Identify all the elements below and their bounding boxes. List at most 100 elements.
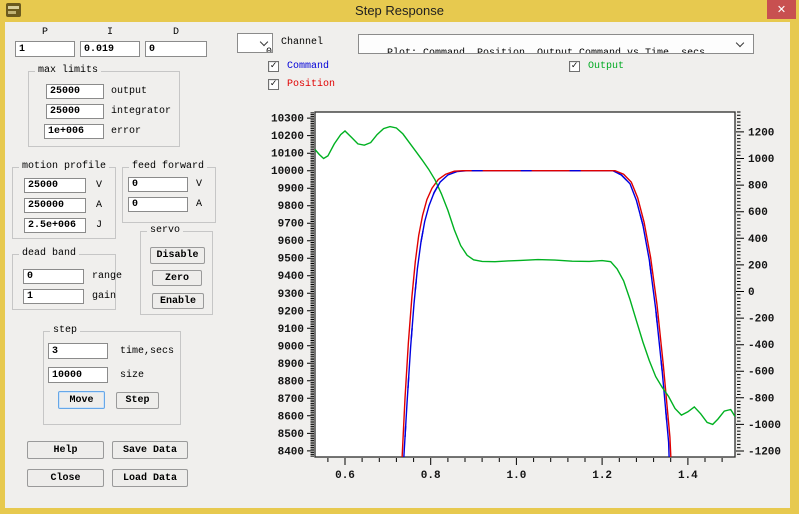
step-title: step [50, 325, 80, 336]
d-input[interactable] [145, 41, 207, 57]
motion-profile-title: motion profile [19, 161, 109, 172]
ff-velocity-input[interactable] [128, 177, 188, 192]
range-input[interactable] [23, 269, 84, 284]
svg-text:8600: 8600 [278, 411, 304, 423]
title-bar[interactable]: Step Response ✕ [0, 0, 799, 22]
feed-forward-group: feed forward V A [122, 167, 216, 223]
step-size-label: size [120, 370, 144, 381]
svg-text:-800: -800 [748, 393, 774, 405]
max-limits-group: max limits output integrator error [28, 71, 180, 147]
svg-text:9500: 9500 [278, 254, 304, 266]
ff-accel-input[interactable] [128, 197, 188, 212]
command-checkbox[interactable]: ✓ [268, 61, 279, 72]
svg-text:9200: 9200 [278, 306, 304, 318]
servo-title: servo [147, 225, 183, 236]
p-input[interactable] [15, 41, 75, 57]
svg-text:1000: 1000 [748, 154, 774, 166]
enable-button[interactable]: Enable [152, 293, 204, 309]
svg-text:9000: 9000 [278, 341, 304, 353]
svg-text:0.8: 0.8 [421, 470, 441, 482]
jerk-label: J [96, 220, 102, 231]
channel-select[interactable]: 0 [237, 33, 273, 53]
svg-text:9300: 9300 [278, 289, 304, 301]
gain-label: gain [92, 291, 116, 302]
svg-text:8800: 8800 [278, 376, 304, 388]
chevron-down-icon [260, 38, 268, 46]
svg-text:200: 200 [748, 260, 768, 272]
window-title: Step Response [0, 3, 799, 18]
step-button[interactable]: Step [116, 392, 159, 409]
svg-text:9900: 9900 [278, 184, 304, 196]
channel-value: 0 [266, 47, 272, 53]
max-integrator-input[interactable] [46, 104, 104, 119]
position-checkbox-label: Position [287, 79, 335, 90]
save-data-button[interactable]: Save Data [112, 441, 188, 459]
step-group: step time,secs size Move Step [43, 331, 181, 425]
svg-text:-200: -200 [748, 314, 774, 326]
accel-input[interactable] [24, 198, 86, 213]
svg-text:1200: 1200 [748, 127, 774, 139]
feed-forward-title: feed forward [129, 161, 207, 172]
close-button[interactable]: ✕ [767, 0, 796, 19]
ff-accel-label: A [196, 199, 202, 210]
step-size-input[interactable] [48, 367, 108, 383]
svg-text:9700: 9700 [278, 219, 304, 231]
svg-text:400: 400 [748, 234, 768, 246]
max-output-label: output [111, 86, 147, 97]
max-output-input[interactable] [46, 84, 104, 99]
max-error-input[interactable] [44, 124, 104, 139]
svg-text:9800: 9800 [278, 201, 304, 213]
svg-text:0: 0 [748, 287, 755, 299]
output-checkbox-label: Output [588, 61, 624, 72]
svg-text:0.6: 0.6 [335, 470, 355, 482]
close-dialog-button[interactable]: Close [27, 469, 104, 487]
svg-text:10200: 10200 [271, 131, 304, 143]
dead-band-group: dead band range gain [12, 254, 116, 310]
zero-button[interactable]: Zero [152, 270, 202, 286]
svg-text:1.4: 1.4 [678, 470, 698, 482]
chevron-down-icon [736, 39, 744, 47]
svg-text:9100: 9100 [278, 324, 304, 336]
step-time-input[interactable] [48, 343, 108, 359]
move-button[interactable]: Move [58, 391, 105, 409]
d-label: D [145, 27, 207, 38]
channel-label: Channel [281, 37, 323, 48]
svg-text:1.2: 1.2 [592, 470, 612, 482]
svg-text:8900: 8900 [278, 359, 304, 371]
svg-text:1.0: 1.0 [507, 470, 527, 482]
gain-input[interactable] [23, 289, 84, 304]
svg-text:600: 600 [748, 207, 768, 219]
svg-text:9600: 9600 [278, 236, 304, 248]
jerk-input[interactable] [24, 218, 86, 233]
output-checkbox[interactable]: ✓ [569, 61, 580, 72]
svg-text:800: 800 [748, 181, 768, 193]
accel-label: A [96, 200, 102, 211]
position-checkbox[interactable]: ✓ [268, 79, 279, 90]
command-checkbox-label: Command [287, 61, 329, 72]
svg-text:-600: -600 [748, 367, 774, 379]
svg-text:8400: 8400 [278, 446, 304, 458]
velocity-label: V [96, 180, 102, 191]
help-button[interactable]: Help [27, 441, 104, 459]
max-limits-title: max limits [35, 65, 101, 76]
svg-text:-400: -400 [748, 340, 774, 352]
plot-type-select[interactable]: Plot: Command, Position, Output Command … [358, 34, 754, 54]
motion-profile-group: motion profile V A J [12, 167, 116, 239]
ff-velocity-label: V [196, 179, 202, 190]
svg-text:-1000: -1000 [748, 420, 781, 432]
step-time-label: time,secs [120, 346, 174, 357]
max-integrator-label: integrator [111, 106, 171, 117]
step-response-window: Step Response ✕ P I D max limits output … [0, 0, 799, 514]
svg-text:10300: 10300 [271, 114, 304, 126]
plot-type-value: Plot: Command, Position, Output Command … [387, 48, 705, 54]
svg-text:-1200: -1200 [748, 447, 781, 459]
p-label: P [15, 27, 75, 38]
disable-button[interactable]: Disable [150, 247, 205, 264]
servo-group: servo Disable Zero Enable [140, 231, 213, 315]
i-input[interactable] [80, 41, 140, 57]
max-error-label: error [111, 126, 141, 137]
load-data-button[interactable]: Load Data [112, 469, 188, 487]
velocity-input[interactable] [24, 178, 86, 193]
svg-text:10100: 10100 [271, 149, 304, 161]
svg-text:10000: 10000 [271, 166, 304, 178]
